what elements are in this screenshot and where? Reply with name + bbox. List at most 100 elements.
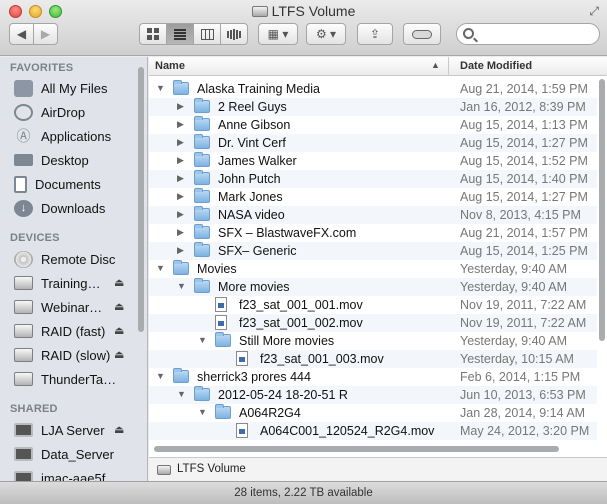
sidebar-item[interactable]: Ⓐ Applications [14, 125, 142, 147]
view-switcher [139, 23, 248, 45]
list-view-button[interactable] [166, 23, 194, 45]
desktop-icon [14, 154, 33, 166]
window-title: LTFS Volume [0, 3, 607, 19]
eject-icon[interactable]: ⏏ [114, 276, 124, 289]
sidebar-item[interactable]: All My Files [14, 77, 142, 99]
disclosure-open-icon[interactable]: ▼ [177, 389, 187, 399]
disclosure-closed-icon[interactable]: ▶ [177, 101, 187, 112]
search-field[interactable] [456, 23, 600, 45]
file-name: Still More movies [239, 334, 335, 348]
sidebar-item[interactable]: ThunderTa… [14, 368, 142, 390]
table-row[interactable]: ▼ Still More movies Yesterday, 9:40 AM [149, 332, 597, 350]
arrange-button[interactable]: ▦ ▾ [258, 23, 298, 45]
table-row[interactable]: ▼ Alaska Training Media Aug 21, 2014, 1:59… [149, 80, 597, 98]
table-row[interactable]: ▶ James Walker Aug 15, 2014, 1:52 PM [149, 152, 597, 170]
sidebar-item[interactable]: Remote Disc [14, 248, 142, 270]
table-row[interactable]: ▶ 2 Reel Guys Jan 16, 2012, 8:39 PM [149, 98, 597, 116]
sidebar-item-label: Desktop [41, 152, 89, 168]
sidebar-item[interactable]: imac-aae5fa… [14, 467, 142, 481]
file-name: 2012-05-24 18-20-51 R [218, 388, 348, 402]
disclosure-open-icon[interactable]: ▼ [156, 263, 166, 273]
table-row[interactable]: f23_sat_001_003.mov Yesterday, 10:15 AM [149, 350, 597, 368]
disclosure-open-icon[interactable]: ▼ [156, 83, 166, 93]
disclosure-closed-icon[interactable]: ▶ [177, 119, 187, 130]
disclosure-closed-icon[interactable]: ▶ [177, 209, 187, 220]
path-bar: LTFS Volume [149, 457, 607, 481]
table-row[interactable]: ▼ A064R2G4 Jan 28, 2014, 9:14 AM [149, 404, 597, 422]
table-row[interactable]: ▶ SFX– Generic Aug 15, 2014, 1:25 PM [149, 242, 597, 260]
status-bar: 28 items, 2.22 TB available [0, 481, 607, 504]
date-modified: Yesterday, 9:40 AM [460, 280, 568, 294]
favorites-header: FAVORITES [10, 62, 74, 74]
file-name: sherrick3 prores 444 [197, 370, 311, 384]
action-button[interactable]: ⚙ ▾ [306, 23, 346, 45]
sidebar-item[interactable]: Data_Server [14, 443, 142, 465]
table-row[interactable]: ▼ More movies Yesterday, 9:40 AM [149, 278, 597, 296]
disclosure-closed-icon[interactable]: ▶ [177, 155, 187, 166]
sidebar-item[interactable]: LJA Server ⏏ [14, 419, 142, 441]
tags-button[interactable] [403, 23, 441, 45]
sidebar-item[interactable]: ↓ Downloads [14, 197, 142, 219]
eject-icon[interactable]: ⏏ [114, 348, 124, 361]
status-text: 28 items, 2.22 TB available [234, 487, 373, 499]
eject-icon[interactable]: ⏏ [114, 423, 124, 436]
table-row[interactable]: ▼ Movies Yesterday, 9:40 AM [149, 260, 597, 278]
sidebar-item[interactable]: RAID (slow) ⏏ [14, 344, 142, 366]
table-row[interactable]: ▶ Dr. Vint Cerf Aug 15, 2014, 1:27 PM [149, 134, 597, 152]
hard-drive-icon [14, 300, 33, 314]
date-modified: Nov 19, 2011, 7:22 AM [460, 298, 587, 312]
eject-icon[interactable]: ⏏ [114, 300, 124, 313]
vertical-scrollbar[interactable] [599, 79, 605, 341]
sidebar-item[interactable]: RAID (fast) ⏏ [14, 320, 142, 342]
icon-view-button[interactable] [139, 23, 167, 45]
disclosure-closed-icon[interactable]: ▶ [177, 191, 187, 202]
folder-icon [194, 116, 210, 131]
back-button[interactable]: ◀ [9, 23, 34, 45]
folder-icon [194, 152, 210, 167]
sidebar-item[interactable]: Desktop [14, 149, 142, 171]
file-name: Movies [197, 262, 237, 276]
sidebar-item[interactable]: Training… ⏏ [14, 272, 142, 294]
disclosure-open-icon[interactable]: ▼ [156, 371, 166, 381]
forward-button[interactable]: ▶ [33, 23, 58, 45]
column-view-button[interactable] [193, 23, 221, 45]
sidebar-item-label: Training… [41, 275, 101, 291]
path-item[interactable]: LTFS Volume [177, 463, 246, 475]
disclosure-closed-icon[interactable]: ▶ [177, 137, 187, 148]
file-name: SFX– Generic [218, 244, 297, 258]
file-name: Anne Gibson [218, 118, 291, 132]
disclosure-closed-icon[interactable]: ▶ [177, 245, 187, 256]
disclosure-closed-icon[interactable]: ▶ [177, 173, 187, 184]
table-row[interactable]: ▶ Anne Gibson Aug 15, 2014, 1:13 PM [149, 116, 597, 134]
sidebar-item[interactable]: AirDrop [14, 101, 142, 123]
date-modified: Nov 19, 2011, 7:22 AM [460, 316, 587, 330]
name-column-header[interactable]: Name [155, 60, 185, 72]
table-row[interactable]: ▶ SFX – BlastwaveFX.com Aug 21, 2014, 1:57… [149, 224, 597, 242]
horizontal-scrollbar[interactable] [154, 446, 559, 452]
sidebar-item-label: Documents [35, 176, 101, 192]
coverflow-view-button[interactable] [220, 23, 248, 45]
hard-drive-icon [14, 372, 33, 386]
eject-icon[interactable]: ⏏ [114, 324, 124, 337]
table-row[interactable]: ▶ Mark Jones Aug 15, 2014, 1:27 PM [149, 188, 597, 206]
table-row[interactable]: ▶ John Putch Aug 15, 2014, 1:40 PM [149, 170, 597, 188]
date-column-header[interactable]: Date Modified [460, 60, 532, 72]
disclosure-closed-icon[interactable]: ▶ [177, 227, 187, 238]
share-button[interactable]: ⇪ [357, 23, 393, 45]
sidebar-item[interactable]: Documents [14, 173, 142, 195]
column-divider[interactable] [448, 57, 449, 76]
downloads-icon: ↓ [14, 199, 33, 217]
table-row[interactable]: f23_sat_001_002.mov Nov 19, 2011, 7:22 AM [149, 314, 597, 332]
table-row[interactable]: ▶ NASA video Nov 8, 2013, 4:15 PM [149, 206, 597, 224]
disclosure-open-icon[interactable]: ▼ [198, 407, 208, 417]
table-row[interactable]: ▼ 2012-05-24 18-20-51 R Jun 10, 2013, 6:53… [149, 386, 597, 404]
sidebar-item[interactable]: Webinar… ⏏ [14, 296, 142, 318]
table-row[interactable]: A064C001_120524_R2G4.mov May 24, 2012, 3:… [149, 422, 597, 440]
table-row[interactable]: ▼ sherrick3 prores 444 Feb 6, 2014, 1:15 P… [149, 368, 597, 386]
disclosure-open-icon[interactable]: ▼ [198, 335, 208, 345]
drive-icon [157, 465, 171, 475]
disclosure-open-icon[interactable]: ▼ [177, 281, 187, 291]
sidebar-item-label: Applications [41, 128, 112, 144]
table-row[interactable]: f23_sat_001_001.mov Nov 19, 2011, 7:22 AM [149, 296, 597, 314]
sidebar-item-label: Data_Server [41, 446, 114, 462]
